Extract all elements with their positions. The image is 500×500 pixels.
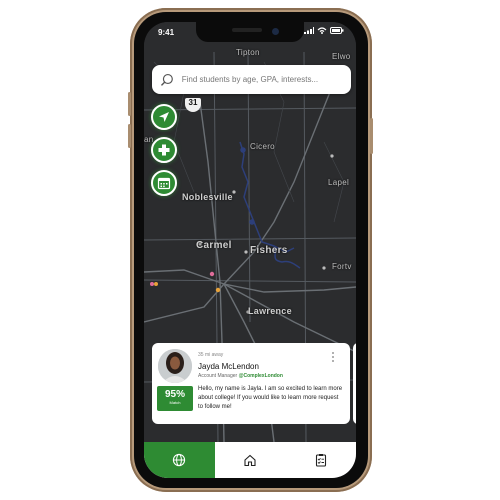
tab-explore[interactable] xyxy=(144,442,215,478)
map-label-fortville: Fortv xyxy=(332,262,352,271)
tab-checklist[interactable] xyxy=(285,442,356,478)
avatar-portrait xyxy=(158,349,192,383)
notch xyxy=(196,22,304,42)
status-time: 9:41 xyxy=(158,28,175,37)
phone-screen: Tipton Elwo an Cicero Noblesville Lapel … xyxy=(144,22,356,478)
match-badge: 95% Match xyxy=(157,386,193,411)
search-input[interactable] xyxy=(179,74,351,85)
map-label-carmel: Carmel xyxy=(196,240,232,251)
map-label-noblesville: Noblesville xyxy=(182,192,233,202)
map-label-fishers: Fishers xyxy=(250,245,288,256)
map-label-tipton: Tipton xyxy=(236,48,260,57)
map-label-elwood: Elwo xyxy=(332,52,351,61)
more-options-icon[interactable] xyxy=(332,351,336,364)
battery-icon xyxy=(330,27,344,34)
match-label: Match xyxy=(169,400,181,405)
map-label-cicero: Cicero xyxy=(250,142,275,151)
next-card-peek[interactable] xyxy=(353,343,356,424)
status-icons xyxy=(304,27,344,34)
search-icon xyxy=(160,73,173,86)
map-label-lawrence: Lawrence xyxy=(248,306,292,316)
student-role: Account Manager @ComplexLondon xyxy=(198,373,283,379)
power-button xyxy=(370,118,373,154)
plus-icon xyxy=(158,144,170,156)
student-card[interactable]: 95% Match 35 mi away Jayda McLendon Acco… xyxy=(152,343,350,424)
wifi-icon xyxy=(317,27,327,34)
calendar-icon xyxy=(157,177,171,190)
student-name: Jayda McLendon xyxy=(198,362,259,371)
locate-button[interactable] xyxy=(151,104,177,130)
volume-up-button xyxy=(128,92,131,116)
student-message: Hello, my name is Jayla. I am so excited… xyxy=(198,386,343,410)
home-icon xyxy=(244,454,256,467)
search-bar[interactable] xyxy=(152,65,351,94)
bottom-tab-bar xyxy=(144,442,356,478)
signal-icon xyxy=(304,27,314,34)
navigation-arrow-icon xyxy=(159,112,169,122)
speaker xyxy=(232,28,262,32)
match-percent: 95% xyxy=(164,389,185,400)
globe-icon xyxy=(173,453,186,467)
add-button[interactable] xyxy=(151,137,177,163)
clipboard-icon xyxy=(315,454,326,467)
distance-text: 35 mi away xyxy=(198,352,224,358)
avatar xyxy=(158,349,192,383)
camera xyxy=(272,28,279,35)
volume-down-button xyxy=(128,124,131,148)
tab-home[interactable] xyxy=(215,442,286,478)
calendar-button[interactable] xyxy=(151,170,177,196)
map-label-lapel: Lapel xyxy=(328,178,350,187)
student-handle[interactable]: @ComplexLondon xyxy=(239,373,283,379)
